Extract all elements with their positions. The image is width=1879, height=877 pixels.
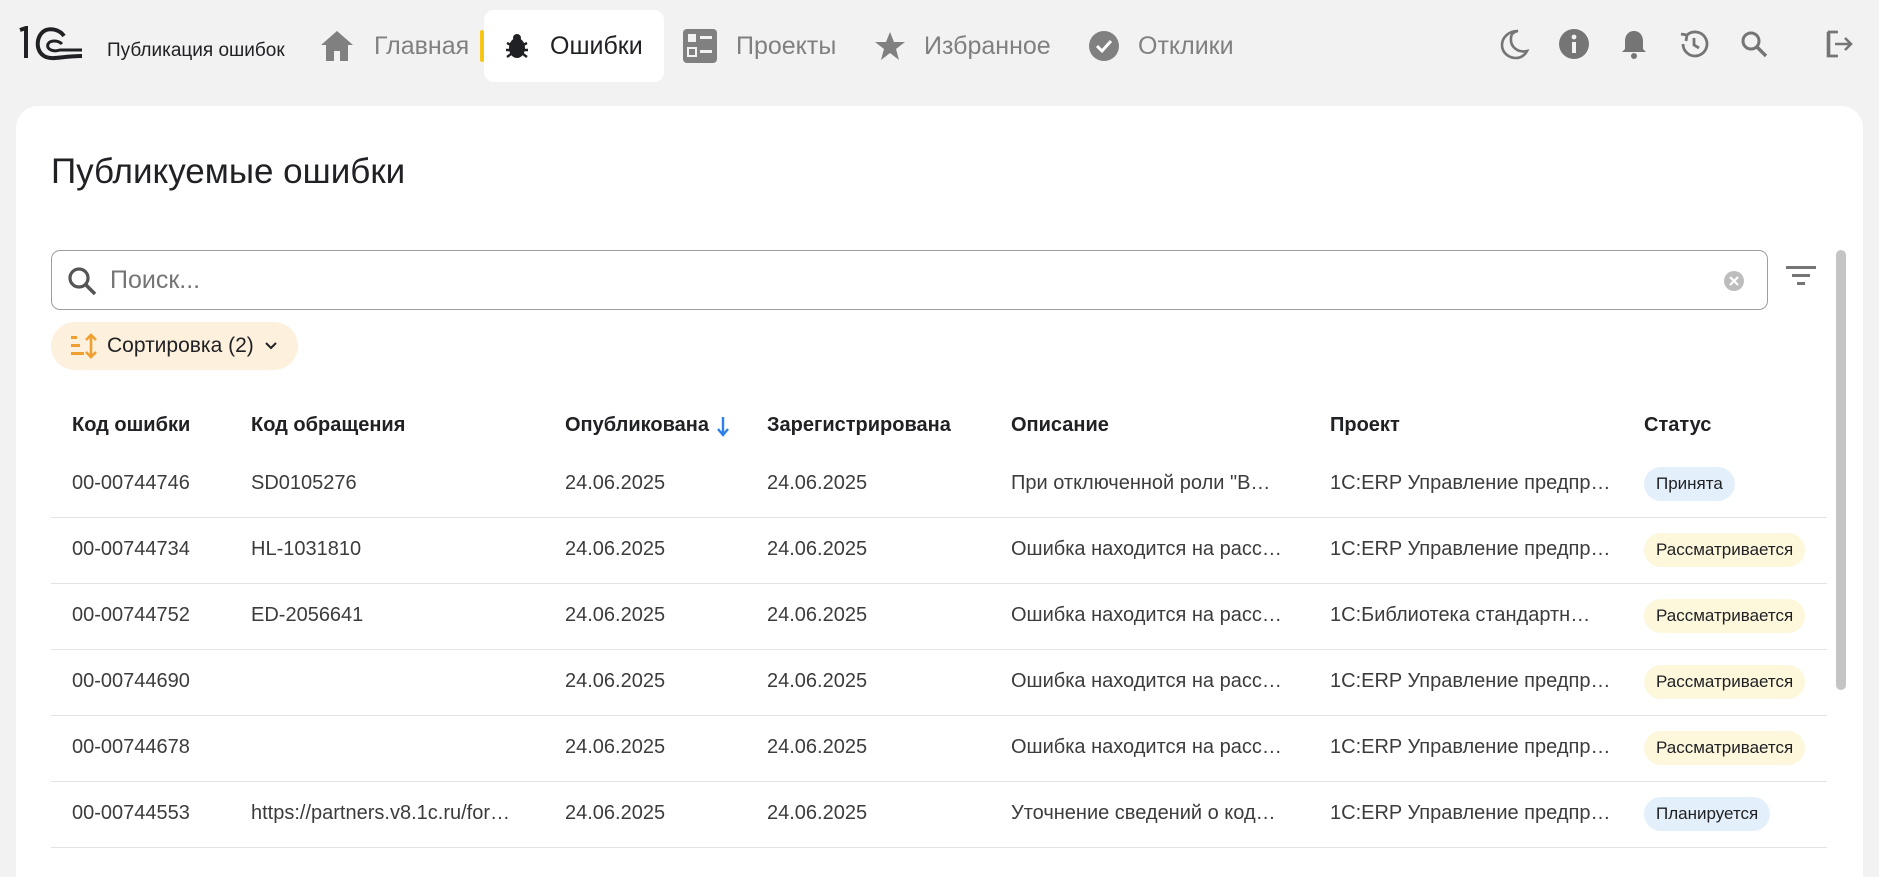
request-code-cell: ED-2056641 xyxy=(251,604,364,626)
nav-errors[interactable]: Ошибки xyxy=(480,10,664,82)
column-header-status[interactable]: Статус xyxy=(1644,414,1711,437)
description-cell: Уточнение сведений о код… xyxy=(1011,802,1276,824)
description-cell: Ошибка находится на расс… xyxy=(1011,736,1282,758)
logout-icon xyxy=(1826,30,1853,58)
registered-cell: 24.06.2025 xyxy=(767,604,868,626)
bell-icon xyxy=(1622,31,1646,59)
request-code-cell: HL-1031810 xyxy=(251,538,362,560)
chevron-down-icon xyxy=(265,342,277,350)
column-header-description[interactable]: Описание xyxy=(1011,414,1291,437)
error-code-cell: 00-00744678 xyxy=(72,736,190,758)
error-code-cell: 00-00744553 xyxy=(72,802,190,824)
registered-cell: 24.06.2025 xyxy=(767,736,868,758)
project-cell: 1С:ERP Управление предпр… xyxy=(1330,802,1611,824)
sort-descending-arrow-icon xyxy=(717,416,729,437)
home-icon xyxy=(321,31,353,61)
search-icon xyxy=(1741,31,1768,58)
filter-icon[interactable] xyxy=(1786,264,1816,288)
project-cell: 1С:ERP Управление предпр… xyxy=(1330,538,1611,560)
error-code-cell: 00-00744734 xyxy=(72,538,190,560)
published-cell: 24.06.2025 xyxy=(565,604,666,626)
description-cell: Ошибка находится на расс… xyxy=(1011,670,1282,692)
search-icon xyxy=(68,267,97,296)
registered-cell: 24.06.2025 xyxy=(767,670,868,692)
history-button[interactable] xyxy=(1676,26,1712,62)
nav-errors-label: Ошибки xyxy=(550,31,643,60)
1c-logo[interactable] xyxy=(14,26,84,62)
project-cell: 1С:ERP Управление предпр… xyxy=(1330,472,1611,494)
star-icon xyxy=(875,32,905,60)
nav-projects[interactable]: Проекты xyxy=(664,10,854,82)
table-header: Код ошибки Код обращения Опубликована За… xyxy=(51,400,1827,452)
search-box[interactable] xyxy=(51,250,1768,310)
error-code-cell: 00-00744690 xyxy=(72,670,190,692)
registered-cell: 24.06.2025 xyxy=(767,472,868,494)
status-badge: Принята xyxy=(1644,467,1735,501)
status-badge: Рассматривается xyxy=(1644,665,1806,699)
column-header-error-code[interactable]: Код ошибки xyxy=(72,414,232,437)
info-icon xyxy=(1559,29,1589,59)
search-input[interactable] xyxy=(110,259,1690,301)
column-header-request-code[interactable]: Код обращения xyxy=(251,414,531,437)
main-card: Публикуемые ошибки Сортировка (2) xyxy=(16,106,1863,877)
description-cell: При отключенной роли "В… xyxy=(1011,472,1271,494)
published-cell: 24.06.2025 xyxy=(565,802,666,824)
status-badge: Рассматривается xyxy=(1644,731,1806,765)
published-cell: 24.06.2025 xyxy=(565,670,666,692)
nav-responses-label: Отклики xyxy=(1138,31,1234,60)
clear-search-icon[interactable] xyxy=(1723,270,1745,292)
request-code-cell: SD0105276 xyxy=(251,472,357,494)
project-cell: 1С:Библиотека стандартн… xyxy=(1330,604,1591,626)
moon-icon xyxy=(1500,29,1530,60)
projects-icon xyxy=(683,29,717,63)
nav-favorites[interactable]: Избранное xyxy=(856,10,1069,82)
bug-icon xyxy=(506,34,528,58)
project-cell: 1С:ERP Управление предпр… xyxy=(1330,736,1611,758)
active-accent-bar xyxy=(480,30,484,62)
page-title: Публикуемые ошибки xyxy=(51,152,406,191)
table-row[interactable]: 00-00744553 https://partners.v8.1c.ru/fo… xyxy=(51,782,1827,848)
column-header-project[interactable]: Проект xyxy=(1330,414,1620,437)
check-circle-icon xyxy=(1089,31,1119,61)
column-header-published[interactable]: Опубликована xyxy=(565,414,745,437)
registered-cell: 24.06.2025 xyxy=(767,538,868,560)
info-button[interactable] xyxy=(1556,26,1592,62)
description-cell: Ошибка находится на расс… xyxy=(1011,538,1282,560)
top-bar: Публикация ошибок Главная Ошибки Проекты… xyxy=(0,0,1879,92)
description-cell: Ошибка находится на расс… xyxy=(1011,604,1282,626)
nav-responses[interactable]: Отклики xyxy=(1070,10,1252,82)
error-code-cell: 00-00744746 xyxy=(72,472,190,494)
table-row[interactable]: 00-00744690 24.06.2025 24.06.2025 Ошибка… xyxy=(51,650,1827,716)
nav-home-label: Главная xyxy=(374,31,470,60)
table-row[interactable]: 00-00744752 ED-2056641 24.06.2025 24.06.… xyxy=(51,584,1827,650)
history-icon xyxy=(1680,30,1709,58)
app-title: Публикация ошибок xyxy=(107,40,285,61)
project-cell: 1С:ERP Управление предпр… xyxy=(1330,670,1611,692)
status-badge: Рассматривается xyxy=(1644,599,1806,633)
error-code-cell: 00-00744752 xyxy=(72,604,190,626)
sort-chip-label: Сортировка (2) xyxy=(107,334,254,357)
column-header-registered[interactable]: Зарегистрирована xyxy=(767,414,987,437)
published-cell: 24.06.2025 xyxy=(565,736,666,758)
status-badge: Рассматривается xyxy=(1644,533,1806,567)
notifications-button[interactable] xyxy=(1616,26,1652,62)
nav-home[interactable]: Главная xyxy=(300,10,487,82)
errors-table: Код ошибки Код обращения Опубликована За… xyxy=(51,400,1827,848)
published-cell: 24.06.2025 xyxy=(565,472,666,494)
scrollbar[interactable] xyxy=(1836,250,1846,690)
nav-favorites-label: Избранное xyxy=(924,31,1051,60)
sort-icon xyxy=(71,333,97,359)
sort-chip[interactable]: Сортировка (2) xyxy=(51,322,298,370)
published-cell: 24.06.2025 xyxy=(565,538,666,560)
table-row[interactable]: 00-00744678 24.06.2025 24.06.2025 Ошибка… xyxy=(51,716,1827,782)
theme-toggle-button[interactable] xyxy=(1496,26,1532,62)
status-badge: Планируется xyxy=(1644,797,1771,831)
table-row[interactable]: 00-00744734 HL-1031810 24.06.2025 24.06.… xyxy=(51,518,1827,584)
request-code-cell[interactable]: https://partners.v8.1c.ru/for… xyxy=(251,802,531,825)
logout-button[interactable] xyxy=(1822,26,1858,62)
global-search-button[interactable] xyxy=(1736,26,1772,62)
table-row[interactable]: 00-00744746 SD0105276 24.06.2025 24.06.2… xyxy=(51,452,1827,518)
registered-cell: 24.06.2025 xyxy=(767,802,868,824)
nav-projects-label: Проекты xyxy=(736,31,837,60)
